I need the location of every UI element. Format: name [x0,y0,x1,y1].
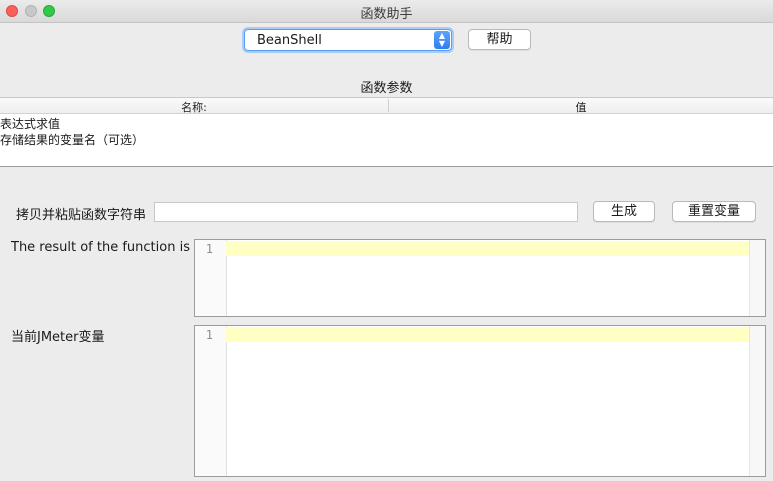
jmeter-variables-label: 当前JMeter变量 [11,330,105,345]
generate-button[interactable]: 生成 [593,201,655,222]
vertical-scrollbar[interactable] [749,240,765,316]
copy-paste-label: 拷贝并粘贴函数字符串 [16,208,147,223]
line-number: 1 [205,242,213,256]
line-number-gutter: 1 [195,240,227,316]
param-row-result-variable[interactable]: 存储结果的变量名（可选） [0,131,144,148]
function-string-input[interactable] [154,202,578,222]
column-header-value[interactable]: 值 [389,99,773,115]
column-header-name[interactable]: 名称: [0,99,388,115]
window-titlebar: 函数助手 [0,0,773,23]
function-select[interactable]: BeanShell ▲ ▼ [244,29,452,51]
function-select-value: BeanShell [257,33,322,48]
current-line-highlight [226,327,749,342]
params-table: 名称: 值 表达式求值 存储结果的变量名（可选） [0,97,773,167]
help-button[interactable]: 帮助 [468,29,531,50]
params-section-title: 函数参数 [360,81,413,96]
line-number-gutter: 1 [195,326,227,476]
params-table-header: 名称: 值 [0,98,773,114]
jmeter-variables-editor[interactable]: 1 [194,325,766,477]
result-label: The result of the function is [11,240,190,255]
window-title: 函数助手 [360,7,413,22]
param-row-expression[interactable]: 表达式求值 [0,115,60,132]
vertical-scrollbar[interactable] [749,326,765,476]
current-line-highlight [226,241,749,256]
reset-variables-button[interactable]: 重置变量 [672,201,756,222]
result-editor[interactable]: 1 [194,239,766,317]
line-number: 1 [205,328,213,342]
updown-chevron-icon[interactable]: ▲ ▼ [434,31,450,49]
